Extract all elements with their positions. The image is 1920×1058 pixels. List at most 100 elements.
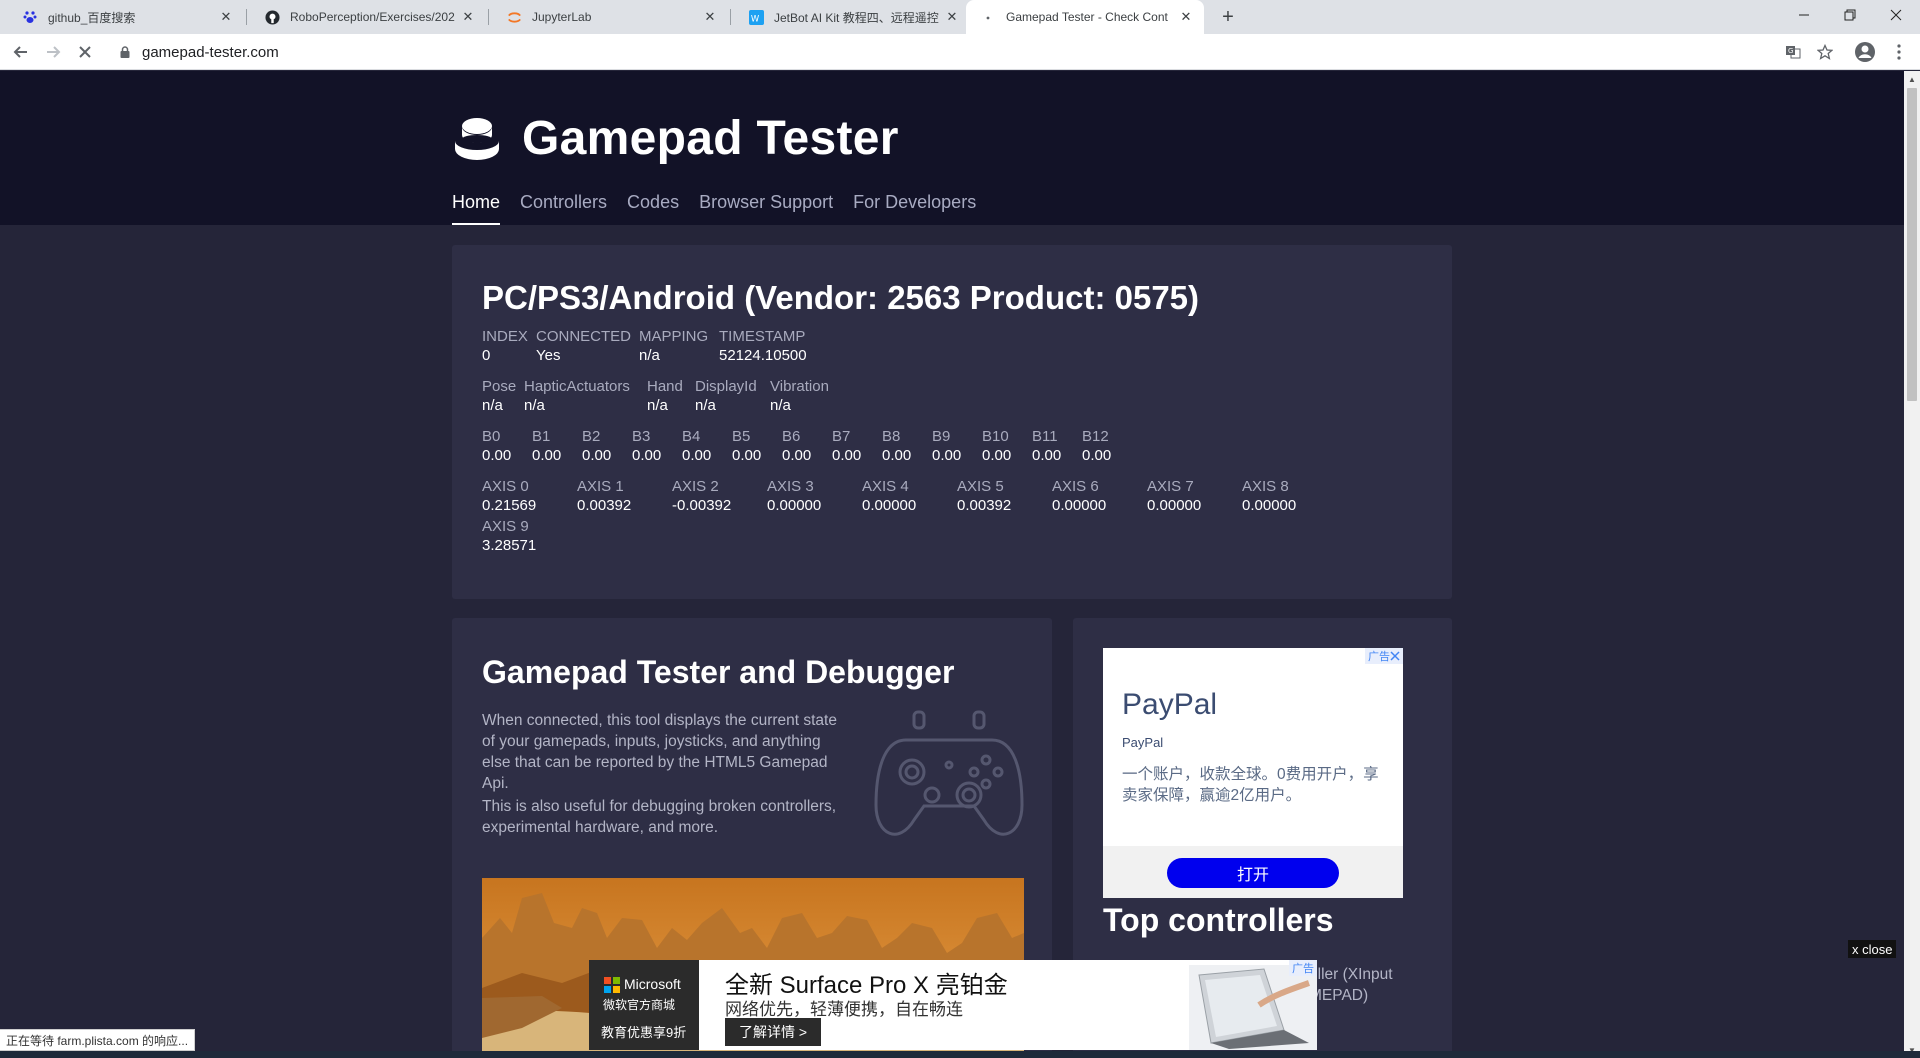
url-text: gamepad-tester.com bbox=[142, 43, 279, 61]
stat-value: n/a bbox=[482, 397, 503, 414]
nav-browser-support[interactable]: Browser Support bbox=[699, 192, 833, 225]
taskbar bbox=[0, 1051, 1920, 1058]
tab-title: github_百度搜索 bbox=[48, 10, 136, 25]
tab-strip: github_百度搜索 ✕ RoboPerception/Exercises/2… bbox=[0, 0, 1920, 34]
tab-github-baidu[interactable]: github_百度搜索 ✕ bbox=[8, 0, 244, 34]
stop-loading-button[interactable] bbox=[72, 39, 98, 65]
back-button[interactable] bbox=[8, 39, 34, 65]
close-icon[interactable]: ✕ bbox=[1178, 9, 1194, 25]
forward-button[interactable] bbox=[40, 39, 66, 65]
stat-value: 0.00 bbox=[832, 447, 862, 464]
ad-brand: PayPal bbox=[1122, 735, 1164, 750]
surface-banner-ad[interactable]: Microsoft 微软官方商城 教育优惠享9折 全新 Surface Pro … bbox=[589, 960, 1317, 1050]
stat-value: n/a bbox=[639, 347, 660, 364]
stat-label: HapticActuators bbox=[524, 378, 630, 395]
close-ad-button[interactable]: x close bbox=[1848, 940, 1897, 958]
profile-button[interactable] bbox=[1852, 39, 1878, 65]
stat-value: 0.00 bbox=[882, 447, 912, 464]
stat-value: 0.00 bbox=[932, 447, 962, 464]
minimize-button[interactable] bbox=[1781, 0, 1827, 30]
address-bar[interactable]: gamepad-tester.com bbox=[108, 37, 1848, 67]
site-title: Gamepad Tester bbox=[522, 112, 899, 165]
github-icon bbox=[264, 9, 280, 25]
ad-text: 一个账户，收款全球。0费用开户，享卖家保障，赢逾2亿用户。 bbox=[1122, 766, 1379, 804]
menu-button[interactable] bbox=[1886, 39, 1912, 65]
baidu-paw-icon bbox=[22, 9, 38, 25]
stack-logo-icon bbox=[455, 117, 499, 160]
banner-subline: 网络优先，轻薄便携，自在畅连 bbox=[725, 1000, 963, 1019]
axis-stat: AXIS 3 0.00000 bbox=[767, 477, 821, 515]
nav-home[interactable]: Home bbox=[452, 192, 501, 225]
button-stat: B2 0.00 bbox=[582, 427, 611, 465]
axis-stat: AXIS 2 -0.00392 bbox=[672, 477, 731, 515]
button-stat: B5 0.00 bbox=[732, 427, 761, 465]
stat-label: B3 bbox=[632, 428, 651, 445]
axis-stat: AXIS 4 0.00000 bbox=[862, 477, 916, 515]
close-icon[interactable]: ✕ bbox=[460, 9, 476, 25]
close-icon[interactable]: ✕ bbox=[218, 9, 234, 25]
arrow-left-icon bbox=[13, 46, 27, 58]
star-icon bbox=[1817, 44, 1833, 60]
stat-value: 52124.10500 bbox=[719, 347, 807, 364]
ad-label[interactable]: 广告 bbox=[1289, 960, 1317, 976]
new-tab-button[interactable]: + bbox=[1215, 4, 1241, 30]
nav-controllers[interactable]: Controllers bbox=[520, 192, 607, 225]
stat-label: B6 bbox=[782, 428, 801, 445]
stat-value: 0.00 bbox=[1032, 447, 1062, 464]
stat-label: AXIS 0 bbox=[482, 478, 529, 495]
gamepad-title: PC/PS3/Android (Vendor: 2563 Product: 05… bbox=[482, 279, 1200, 316]
tab-title: JupyterLab bbox=[532, 10, 592, 24]
microsoft-logo-icon bbox=[604, 977, 620, 993]
nav-for-developers[interactable]: For Developers bbox=[853, 192, 976, 225]
stat-value: Yes bbox=[536, 347, 561, 364]
stat-value: 0.00 bbox=[632, 447, 662, 464]
scrollbar-thumb[interactable] bbox=[1907, 88, 1917, 401]
button-stat: B8 0.00 bbox=[882, 427, 911, 465]
ad-label: 广告 bbox=[1368, 651, 1390, 663]
stat-label: B9 bbox=[932, 428, 951, 445]
paypal-ad[interactable]: 广告 PayPal PayPal 一个账户，收款全球。0费用开户，享卖家保障，赢… bbox=[1103, 648, 1403, 898]
controller-link-partial[interactable]: MEPAD) bbox=[1309, 987, 1368, 1005]
translate-button[interactable]: G bbox=[1780, 39, 1806, 65]
button-stat: B11 0.00 bbox=[1032, 427, 1061, 465]
scroll-up-arrow-icon[interactable]: ▲ bbox=[1904, 71, 1920, 87]
page-scrollbar[interactable]: ▲ ▼ bbox=[1904, 71, 1920, 1058]
close-icon[interactable]: ✕ bbox=[944, 9, 960, 25]
gamepad-stat: CONNECTED Yes bbox=[536, 327, 631, 365]
tab-jetbot[interactable]: W JetBot AI Kit 教程四、远程遥控 ✕ bbox=[734, 0, 970, 34]
window-close-button[interactable] bbox=[1873, 0, 1919, 30]
axis-stat: AXIS 8 0.00000 bbox=[1242, 477, 1296, 515]
microsoft-store-panel: Microsoft 微软官方商城 教育优惠享9折 bbox=[589, 960, 699, 1050]
ad-badge[interactable]: 广告 bbox=[1365, 648, 1403, 664]
close-icon[interactable]: ✕ bbox=[702, 9, 718, 25]
info-paragraph: When connected, this tool displays the c… bbox=[482, 712, 837, 792]
restore-button[interactable] bbox=[1827, 0, 1873, 30]
stat-value: 0.00000 bbox=[862, 497, 917, 514]
ms-brand: Microsoft bbox=[624, 976, 681, 992]
stat-label: B5 bbox=[732, 428, 751, 445]
stat-label: B1 bbox=[532, 428, 551, 445]
tab-jupyterlab[interactable]: JupyterLab ✕ bbox=[492, 0, 728, 34]
controller-link-partial[interactable]: oller (XInput bbox=[1309, 966, 1393, 984]
bookmark-button[interactable] bbox=[1812, 39, 1838, 65]
ad-open-button[interactable]: 打开 bbox=[1167, 858, 1339, 888]
stat-label: AXIS 4 bbox=[862, 478, 909, 495]
stat-value: n/a bbox=[770, 397, 791, 414]
site-brand[interactable]: Gamepad Tester bbox=[452, 111, 899, 166]
stat-label: Hand bbox=[647, 378, 683, 395]
button-stat: B0 0.00 bbox=[482, 427, 511, 465]
axis-stat: AXIS 6 0.00000 bbox=[1052, 477, 1106, 515]
close-icon bbox=[1390, 651, 1400, 661]
button-stat: B1 0.00 bbox=[532, 427, 561, 465]
tab-roboperception[interactable]: RoboPerception/Exercises/202 ✕ bbox=[250, 0, 486, 34]
axis-stat: AXIS 7 0.00000 bbox=[1147, 477, 1201, 515]
stat-label: B0 bbox=[482, 428, 501, 445]
button-stat: B4 0.00 bbox=[682, 427, 711, 465]
banner-cta-button[interactable]: 了解详情 > bbox=[725, 1018, 822, 1046]
stat-label: B2 bbox=[582, 428, 601, 445]
stat-value: 0.00000 bbox=[1242, 497, 1297, 514]
tab-gamepad-tester[interactable]: Gamepad Tester - Check Cont ✕ bbox=[966, 0, 1204, 34]
gamepad-outline-icon bbox=[874, 710, 1024, 836]
nav-codes[interactable]: Codes bbox=[627, 192, 679, 225]
stat-label: AXIS 9 bbox=[482, 518, 529, 535]
